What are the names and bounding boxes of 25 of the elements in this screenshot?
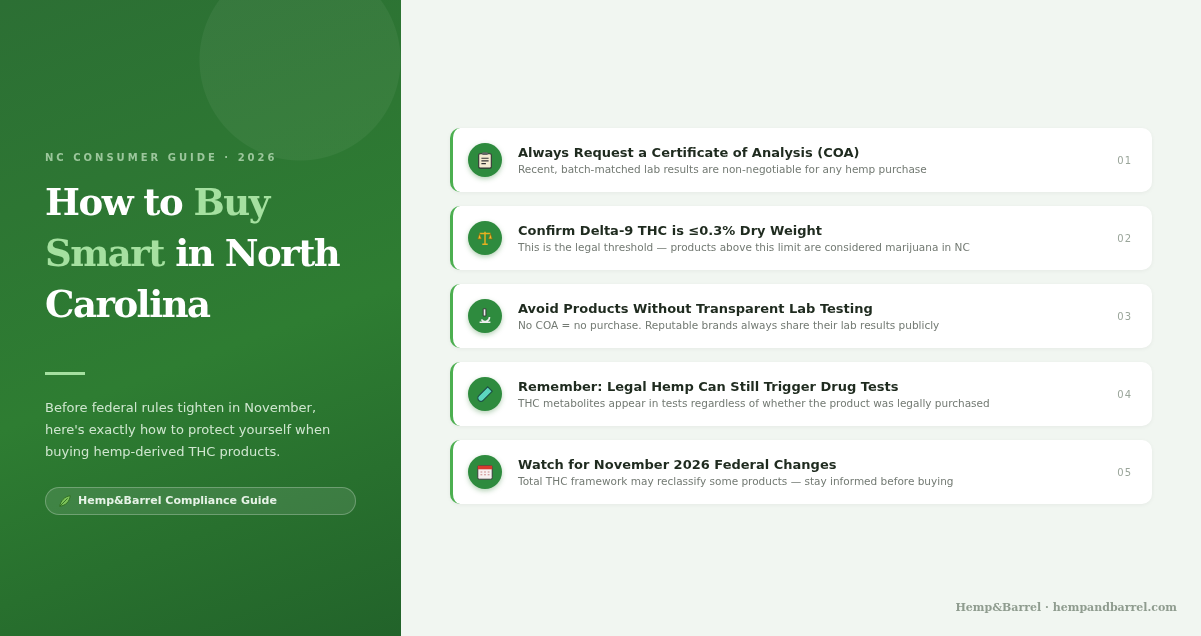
tip-description: Recent, batch-matched lab results are non-negotiable for any hemp purchase xyxy=(518,163,928,175)
tip-title: Avoid Products Without Transparent Lab Testing xyxy=(518,301,874,316)
leaf-icon xyxy=(58,493,72,508)
tip-number: 05 xyxy=(1117,466,1132,478)
tip-title: Confirm Delta-9 THC is ≤0.3% Dry Weight xyxy=(518,223,823,238)
tip-description: This is the legal threshold — products above this limit are considered marijuana in NC xyxy=(518,241,971,253)
tip-title: Always Request a Certificate of Analysis (COA) xyxy=(518,145,861,160)
tip-number: 03 xyxy=(1117,310,1132,322)
page-title: How to Buy Smart in North Carolina xyxy=(45,178,341,328)
footer-credit: Hemp&Barrel · hempandbarrel.com xyxy=(955,601,1177,614)
eyebrow-label: NC CONSUMER GUIDE · 2026 xyxy=(45,151,279,163)
badge-label: Hemp&Barrel Compliance Guide xyxy=(78,494,277,507)
scales-icon xyxy=(476,229,494,247)
tip-number: 02 xyxy=(1117,232,1132,244)
tip-number: 01 xyxy=(1117,154,1132,166)
tip-description: Total THC framework may reclassify some products — stay informed before buying xyxy=(518,475,955,487)
tip-number: 04 xyxy=(1117,388,1132,400)
test-tube-icon xyxy=(476,385,494,403)
calendar-icon xyxy=(476,463,494,481)
tip-title: Watch for November 2026 Federal Changes xyxy=(518,457,838,472)
clipboard-icon xyxy=(476,151,494,169)
tip-description: No COA = no purchase. Reputable brands always share their lab results publicly xyxy=(518,319,941,331)
intro-paragraph: Before federal rules tighten in November, here's exactly how to protect yourself when buying hemp-derived THC products. xyxy=(45,398,332,461)
tip-title: Remember: Legal Hemp Can Still Trigger Drug Tests xyxy=(518,379,900,394)
tip-description: THC metabolites appear in tests regardless of whether the product was legally purchased xyxy=(518,397,991,409)
